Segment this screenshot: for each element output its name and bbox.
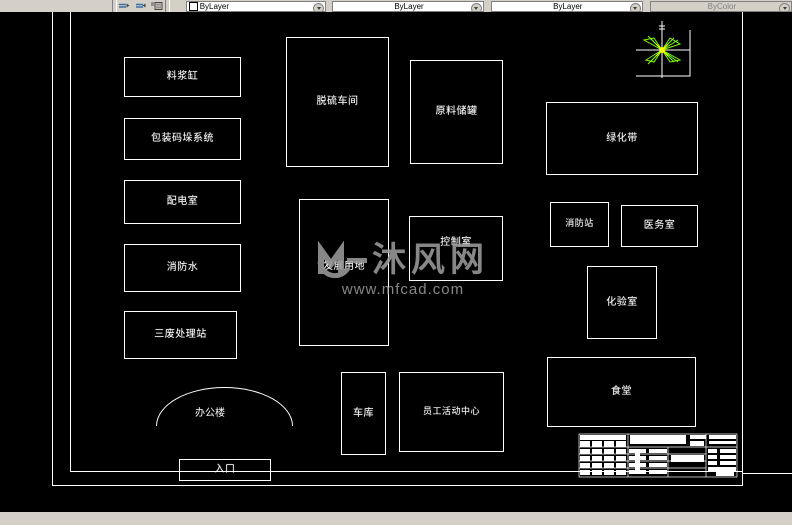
color-control-combo[interactable]: ByLayer xyxy=(185,0,327,12)
block-label: 食堂 xyxy=(611,386,632,397)
block-yuangonghuodong[interactable]: 员工活动中心 xyxy=(399,372,504,452)
sheet-border-inner-left xyxy=(70,12,71,471)
block-label: 车库 xyxy=(353,407,374,419)
block-bangonglou-label: 办公楼 xyxy=(195,408,225,419)
block-peidianshi[interactable]: 配电室 xyxy=(124,180,241,224)
drawing-canvas[interactable]: 料浆缸 包装码垛系统 配电室 消防水 三废处理站 脱硫车间 原料储罐 发展用地 … xyxy=(0,12,792,512)
block-xiaofangshui[interactable]: 消防水 xyxy=(124,244,241,292)
block-sanfei[interactable]: 三废处理站 xyxy=(124,311,237,359)
color-swatch-icon xyxy=(188,1,198,11)
chevron-down-icon-4 xyxy=(779,2,791,11)
linetype-control-value: ByLayer xyxy=(394,1,424,11)
color-control-value: ByLayer xyxy=(199,1,230,11)
plotstyle-control-value: ByColor xyxy=(707,1,737,11)
block-label: 化验室 xyxy=(606,296,638,308)
block-label: 原料储罐 xyxy=(435,106,478,117)
block-label: 入口 xyxy=(214,464,236,475)
block-label: 消防站 xyxy=(565,219,594,229)
block-baozhuang[interactable]: 包装码垛系统 xyxy=(124,118,241,160)
block-label: 消防水 xyxy=(166,262,199,273)
lineweight-control-combo[interactable]: ByLayer xyxy=(490,0,643,12)
linetype-control-combo[interactable]: ByLayer xyxy=(332,0,484,12)
block-xiaofangzhan[interactable]: 消防站 xyxy=(550,202,609,247)
block-label: 料浆缸 xyxy=(166,71,199,82)
block-liaojianggang[interactable]: 料浆缸 xyxy=(124,57,241,97)
layer-properties-icon[interactable] xyxy=(148,0,165,12)
block-cheku[interactable]: 车库 xyxy=(341,372,386,455)
make-object-layer-current-icon[interactable] xyxy=(116,0,133,12)
block-label: 绿化带 xyxy=(606,132,638,144)
sheet-border-outer-left xyxy=(52,12,53,485)
block-yuanliaochuguan[interactable]: 原料储罐 xyxy=(410,60,503,164)
block-fazhanyongdi[interactable]: 发展用地 xyxy=(299,199,389,346)
chevron-down-icon-2[interactable] xyxy=(470,2,482,11)
block-label: 员工活动中心 xyxy=(422,406,480,417)
block-kongzhishi[interactable]: 控制室 xyxy=(409,216,503,281)
block-label: 脱硫车间 xyxy=(316,96,359,107)
status-bar xyxy=(0,512,792,525)
block-lvhuadai[interactable]: 绿化带 xyxy=(546,102,698,175)
block-label: 发展用地 xyxy=(323,260,365,272)
north-arrow-icon xyxy=(628,18,700,84)
plotstyle-control-combo: ByColor xyxy=(649,0,792,12)
drawing-title-block[interactable] xyxy=(578,433,738,478)
toolbar-separator-2 xyxy=(164,0,170,12)
sheet-border-outer-bottom xyxy=(52,485,742,486)
sheet-border-extension xyxy=(742,473,792,474)
block-label: 配电室 xyxy=(166,196,199,207)
layers-toolbar-group xyxy=(116,0,165,12)
lineweight-control-value: ByLayer xyxy=(553,1,583,11)
block-label: 三废处理站 xyxy=(154,329,207,340)
block-yiwushi[interactable]: 医务室 xyxy=(621,205,698,247)
block-tuoliu[interactable]: 脱硫车间 xyxy=(286,37,389,167)
block-label: 包装码垛系统 xyxy=(151,133,214,144)
block-huayanshi[interactable]: 化验室 xyxy=(587,266,657,339)
block-shitang[interactable]: 食堂 xyxy=(547,357,696,427)
block-label: 医务室 xyxy=(643,220,676,231)
layer-previous-icon[interactable] xyxy=(132,0,149,12)
sheet-border-right xyxy=(742,12,743,486)
chevron-down-icon-3[interactable] xyxy=(629,2,641,11)
autocad-window: ByLayer ByLayer ByLayer ByColor 料浆缸 包装码垛… xyxy=(0,0,792,525)
chevron-down-icon[interactable] xyxy=(313,2,325,11)
block-label: 控制室 xyxy=(440,236,472,248)
block-rukou[interactable]: 入口 xyxy=(179,459,271,481)
